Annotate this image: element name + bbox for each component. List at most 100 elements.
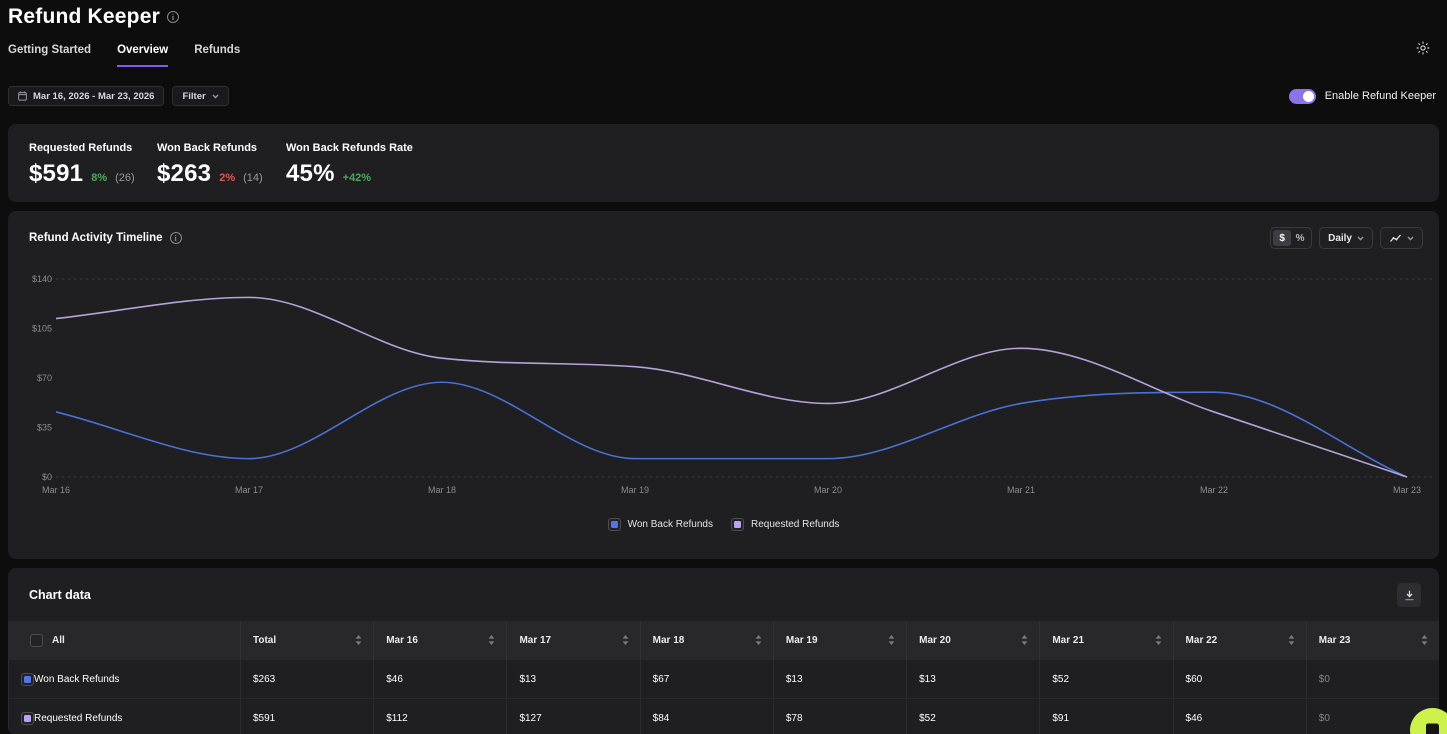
enable-refund-keeper-toggle[interactable] [1289,89,1316,104]
column-label: Mar 16 [386,635,418,646]
stat-value-row: $5918%(26) [29,160,157,188]
sort-icon[interactable] [755,635,762,645]
table-cell: $78 [773,698,906,734]
table-cell: $84 [640,698,773,734]
row-checkbox[interactable] [21,712,34,725]
date-range-picker[interactable]: Mar 16, 2026 - Mar 23, 2026 [8,86,164,106]
table-title: Chart data [29,588,91,602]
sort-icon[interactable] [1155,635,1162,645]
table-row-name: Requested Refunds [8,698,240,734]
table-header-mar-17[interactable]: Mar 17 [506,621,639,659]
table-cell: $91 [1039,698,1172,734]
toggle-knob [1303,91,1314,102]
legend-item-requested-refunds[interactable]: Requested Refunds [731,518,839,531]
stat-card-1: Won Back Refunds$2632%(14) [157,142,286,202]
stat-delta: +42% [343,172,371,184]
chart-controls: $% Daily [1270,227,1423,249]
unit-option-percent[interactable]: % [1291,230,1309,246]
table-cell: $46 [373,659,506,698]
toggle-label: Enable Refund Keeper [1325,90,1436,102]
settings-gear-icon[interactable] [1415,40,1431,56]
sort-icon[interactable] [355,635,362,645]
select-all-checkbox[interactable] [30,634,43,647]
controls-row: Mar 16, 2026 - Mar 23, 2026 Filter Enabl… [8,86,1439,106]
chart-legend: Won Back Refunds Requested Refunds [8,518,1439,531]
row-checkbox[interactable] [21,673,34,686]
x-axis-tick: Mar 18 [428,485,456,495]
line-chart-icon [1389,233,1402,244]
chart-header: Refund Activity Timeline i $% Daily [8,211,1439,249]
sort-icon[interactable] [888,635,895,645]
sort-icon[interactable] [1421,635,1428,645]
table-header-mar-21[interactable]: Mar 21 [1039,621,1172,659]
stat-card-2: Won Back Refunds Rate45%+42% [286,142,486,202]
column-label: Mar 20 [919,635,951,646]
column-label: Mar 22 [1186,635,1218,646]
table-header-total[interactable]: Total [240,621,373,659]
granularity-dropdown[interactable]: Daily [1319,227,1373,249]
table-header-mar-16[interactable]: Mar 16 [373,621,506,659]
row-label: Requested Refunds [34,713,122,724]
table-header-mar-20[interactable]: Mar 20 [906,621,1039,659]
controls-right: Enable Refund Keeper [1289,89,1439,104]
filter-label: Filter [182,91,205,102]
app-header: Refund Keeper i [8,0,1439,29]
stat-value: $263 [157,160,211,188]
stats-panel: Requested Refunds$5918%(26)Won Back Refu… [8,124,1439,202]
table-cell: $0 [1306,659,1439,698]
table-cell: $263 [240,659,373,698]
sort-icon[interactable] [622,635,629,645]
chart-info-icon[interactable]: i [170,232,182,244]
tab-bar: Getting Started Overview Refunds [8,44,1439,67]
stat-count: (26) [115,172,135,184]
column-label: Mar 19 [786,635,818,646]
table-cell: $52 [906,698,1039,734]
tab-overview[interactable]: Overview [117,44,168,67]
table-header-mar-22[interactable]: Mar 22 [1173,621,1306,659]
table-cell: $127 [506,698,639,734]
stat-value-row: $2632%(14) [157,160,286,188]
column-label: Mar 18 [653,635,685,646]
stat-value-row: 45%+42% [286,160,486,188]
table-header-all: All [8,621,240,659]
tab-refunds[interactable]: Refunds [194,44,240,67]
unit-toggle: $% [1270,227,1312,249]
granularity-label: Daily [1328,233,1352,244]
tab-getting-started[interactable]: Getting Started [8,44,91,67]
legend-item-won-back-refunds[interactable]: Won Back Refunds [608,518,713,531]
page: Refund Keeper i Getting Started Overview R… [0,0,1447,734]
date-range-label: Mar 16, 2026 - Mar 23, 2026 [33,91,154,102]
sort-icon[interactable] [1021,635,1028,645]
table-cell: $13 [773,659,906,698]
y-axis-tick: $0 [42,472,52,482]
sort-icon[interactable] [488,635,495,645]
table-cell: $46 [1173,698,1306,734]
table-cell: $112 [373,698,506,734]
sort-icon[interactable] [1288,635,1295,645]
stat-value: $591 [29,160,83,188]
x-axis-tick: Mar 17 [235,485,263,495]
title-info-icon[interactable]: i [167,11,179,23]
table-cell: $52 [1039,659,1172,698]
column-label: Mar 17 [519,635,551,646]
unit-option-dollar[interactable]: $ [1273,230,1291,246]
chevron-down-icon [212,94,219,99]
controls-left: Mar 16, 2026 - Mar 23, 2026 Filter [8,86,229,106]
x-axis-tick: Mar 20 [814,485,842,495]
table-cell: $60 [1173,659,1306,698]
x-axis-tick: Mar 21 [1007,485,1035,495]
filter-button[interactable]: Filter [172,86,228,106]
table-header-mar-19[interactable]: Mar 19 [773,621,906,659]
download-button[interactable] [1397,583,1421,607]
chart-type-dropdown[interactable] [1380,227,1423,249]
table-header-mar-18[interactable]: Mar 18 [640,621,773,659]
stat-card-0: Requested Refunds$5918%(26) [29,142,157,202]
table-cell: $67 [640,659,773,698]
legend-swatch [611,521,618,528]
table-header-mar-23[interactable]: Mar 23 [1306,621,1439,659]
chart-data-table: AllTotal Mar 16 Mar 17 Mar 18 Mar 19 Mar 20 Ma… [8,621,1439,734]
x-axis-tick: Mar 16 [42,485,70,495]
y-axis-tick: $105 [32,324,52,334]
table-cell: $13 [506,659,639,698]
refund-timeline-chart[interactable]: $140$105$70$35$0Mar 16Mar 17Mar 18Mar 19… [8,266,1439,502]
